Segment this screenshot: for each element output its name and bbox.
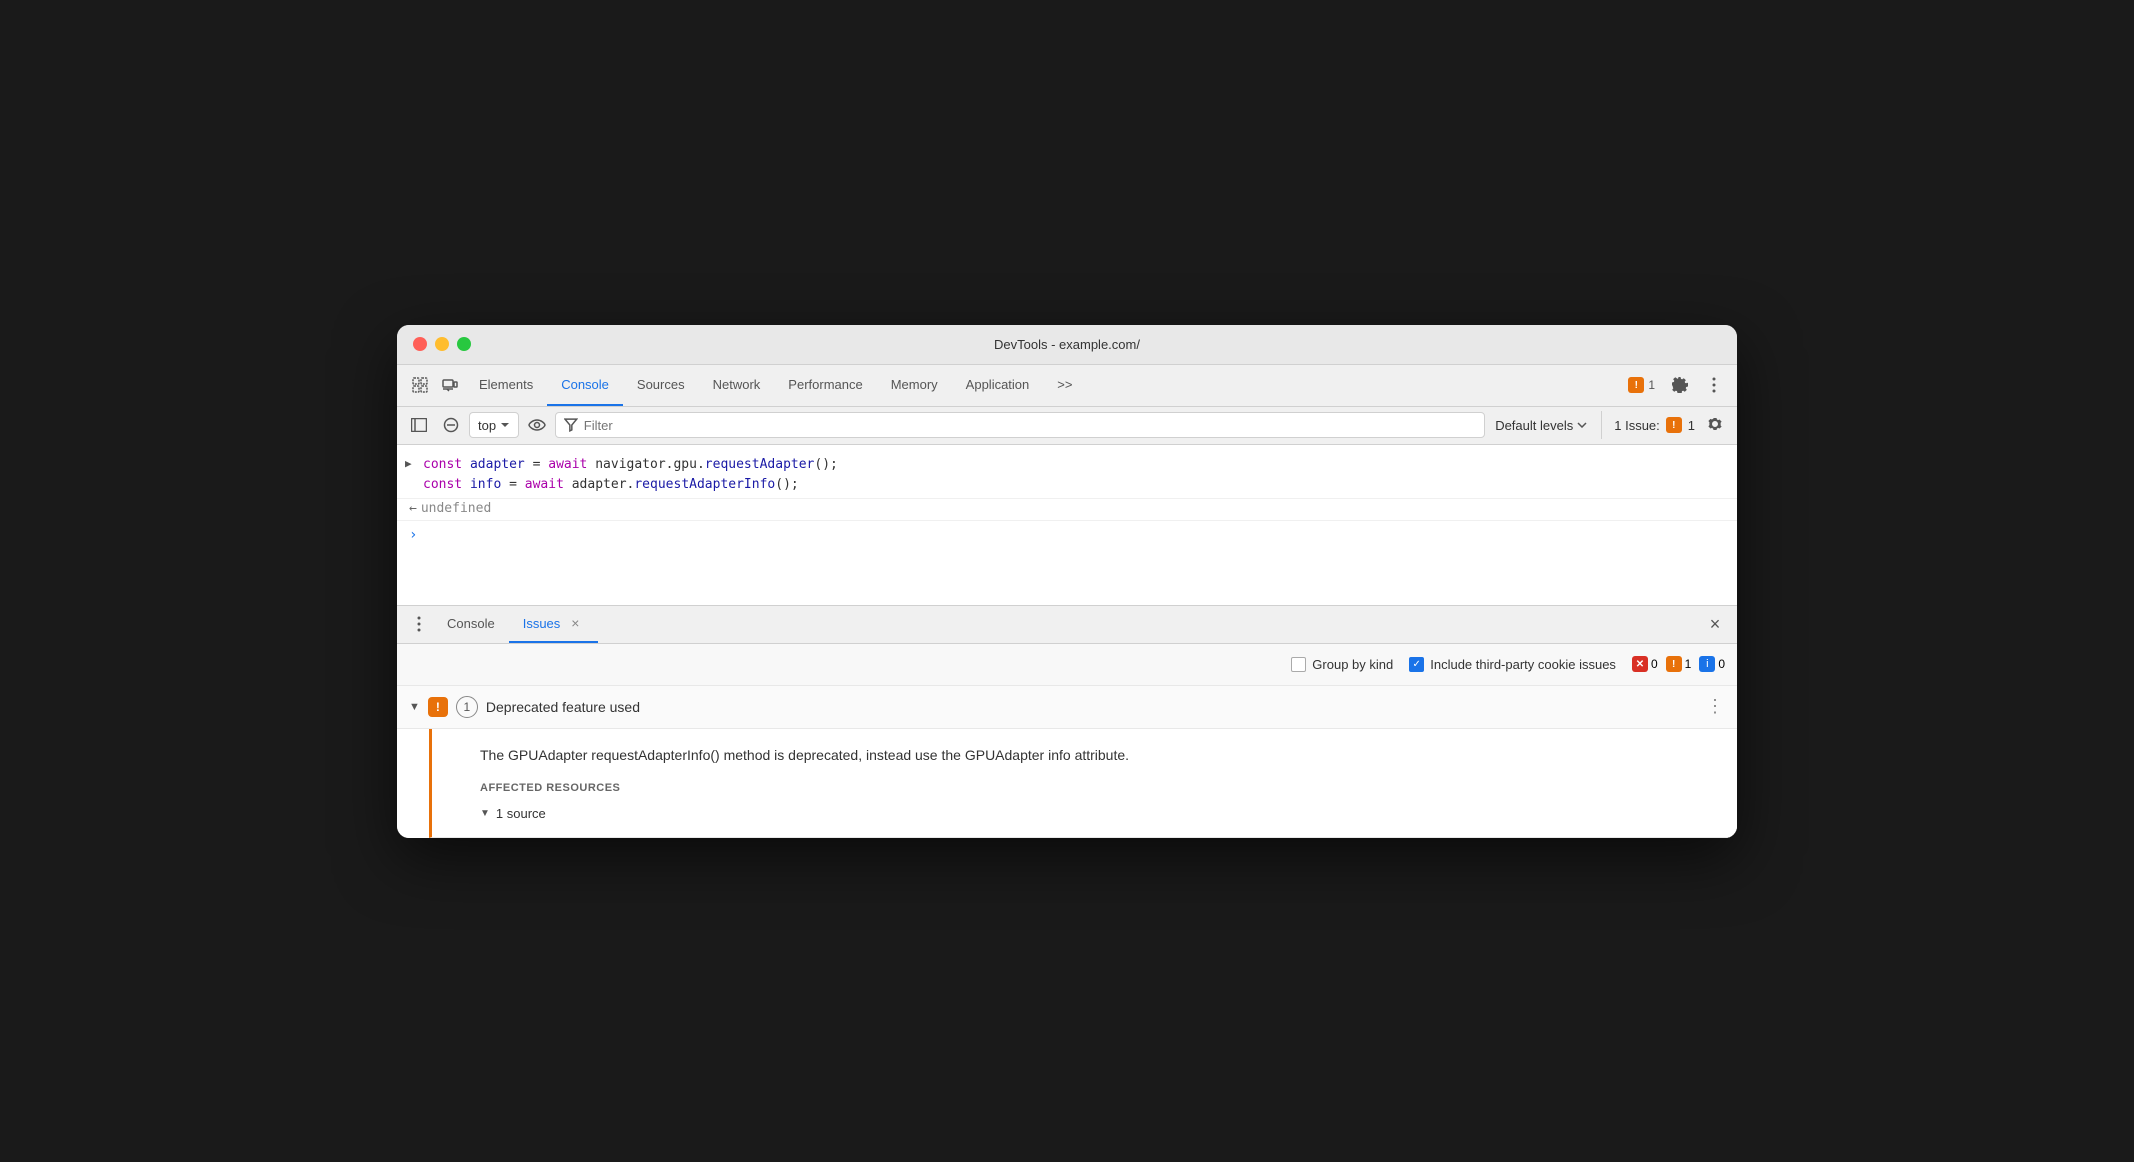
include-third-party-box[interactable]: ✓ <box>1409 657 1424 672</box>
minimize-button[interactable] <box>435 337 449 351</box>
device-icon-btn[interactable] <box>435 370 465 400</box>
info-icon: i <box>1699 656 1715 672</box>
issue-counts: ✕ 0 ! 1 i 0 <box>1632 656 1725 672</box>
panel-tab-bar: Console Issues × × <box>397 606 1737 644</box>
result-value: undefined <box>421 501 491 516</box>
console-toolbar: top Default levels 1 Issue: ! 1 <box>397 407 1737 445</box>
panel-close-button[interactable]: × <box>1701 610 1729 638</box>
console-settings-btn[interactable] <box>1701 411 1729 439</box>
tab-console-panel[interactable]: Console <box>433 605 509 643</box>
tab-elements[interactable]: Elements <box>465 364 547 406</box>
affected-resources-label: AFFECTED RESOURCES <box>480 782 1721 794</box>
issues-count-display[interactable]: 1 Issue: ! 1 <box>1601 411 1729 439</box>
tab-console[interactable]: Console <box>547 364 623 406</box>
issue-expand-arrow[interactable]: ▼ <box>409 701 420 713</box>
group-by-kind-box[interactable] <box>1291 657 1306 672</box>
console-code-entry: ▶ const adapter = await navigator.gpu.re… <box>397 453 1737 500</box>
close-button[interactable] <box>413 337 427 351</box>
issues-warn-icon: ! <box>1666 417 1682 433</box>
tab-performance[interactable]: Performance <box>774 364 876 406</box>
bottom-panel: Console Issues × × Group by kind ✓ Inclu… <box>397 605 1737 838</box>
issue-more-options[interactable]: ⋮ <box>1706 696 1725 717</box>
eye-filter-btn[interactable] <box>523 411 551 439</box>
expand-arrow[interactable]: ▶ <box>405 455 419 470</box>
toolbar-right: Default levels 1 Issue: ! 1 <box>1489 411 1729 439</box>
tab-memory[interactable]: Memory <box>877 364 952 406</box>
context-selector[interactable]: top <box>469 412 519 438</box>
settings-button[interactable] <box>1665 370 1695 400</box>
devtools-tab-bar: Elements Console Sources Network Perform… <box>397 365 1737 407</box>
console-code-block: const adapter = await navigator.gpu.requ… <box>423 455 838 497</box>
issues-badge[interactable]: ! 1 <box>1622 374 1661 396</box>
error-count-badge: ✕ 0 <box>1632 656 1658 672</box>
levels-dropdown[interactable]: Default levels <box>1489 415 1593 436</box>
issue-count-circle: 1 <box>456 696 478 718</box>
title-bar: DevTools - example.com/ <box>397 325 1737 365</box>
source-row[interactable]: ▼ 1 source <box>480 806 1721 821</box>
include-third-party-checkbox[interactable]: ✓ Include third-party cookie issues <box>1409 657 1616 672</box>
devtools-window: DevTools - example.com/ Elements <box>397 325 1737 838</box>
clear-console-btn[interactable] <box>437 411 465 439</box>
console-output: ▶ const adapter = await navigator.gpu.re… <box>397 445 1737 605</box>
more-options-button[interactable] <box>1699 370 1729 400</box>
maximize-button[interactable] <box>457 337 471 351</box>
result-arrow: ← <box>409 501 417 516</box>
tab-more[interactable]: >> <box>1043 364 1086 406</box>
tab-issues-close[interactable]: × <box>566 614 584 632</box>
issue-group: ▼ ! 1 Deprecated feature used ⋮ The GPUA… <box>397 686 1737 838</box>
issues-filter-bar: Group by kind ✓ Include third-party cook… <box>397 644 1737 686</box>
inspector-icon-btn[interactable] <box>405 370 435 400</box>
tab-sources[interactable]: Sources <box>623 364 699 406</box>
console-prompt-entry[interactable]: › <box>397 525 1737 547</box>
panel-menu-icon[interactable] <box>405 610 433 638</box>
issue-warn-badge: ! <box>428 697 448 717</box>
issue-title: Deprecated feature used <box>486 699 1698 715</box>
source-expand-arrow[interactable]: ▼ <box>480 808 490 819</box>
sidebar-toggle-btn[interactable] <box>405 411 433 439</box>
tabs-right-controls: ! 1 <box>1622 370 1729 400</box>
window-title: DevTools - example.com/ <box>994 337 1140 352</box>
issue-body: The GPUAdapter requestAdapterInfo() meth… <box>429 729 1737 838</box>
console-prompt-symbol: › <box>409 527 417 543</box>
warn-icon-lg: ! <box>1666 656 1682 672</box>
tab-network[interactable]: Network <box>699 364 775 406</box>
tab-issues-panel[interactable]: Issues × <box>509 605 599 643</box>
group-by-kind-checkbox[interactable]: Group by kind <box>1291 657 1393 672</box>
filter-input[interactable] <box>584 418 1476 433</box>
warn-count-badge: ! 1 <box>1666 656 1692 672</box>
warn-icon: ! <box>1628 377 1644 393</box>
filter-box[interactable] <box>555 412 1485 438</box>
issue-description: The GPUAdapter requestAdapterInfo() meth… <box>480 745 1721 766</box>
tab-application[interactable]: Application <box>952 364 1044 406</box>
issue-group-header[interactable]: ▼ ! 1 Deprecated feature used ⋮ <box>397 686 1737 729</box>
traffic-lights <box>413 337 471 351</box>
info-count-badge: i 0 <box>1699 656 1725 672</box>
console-result-entry: ← undefined <box>397 499 1737 521</box>
error-icon: ✕ <box>1632 656 1648 672</box>
